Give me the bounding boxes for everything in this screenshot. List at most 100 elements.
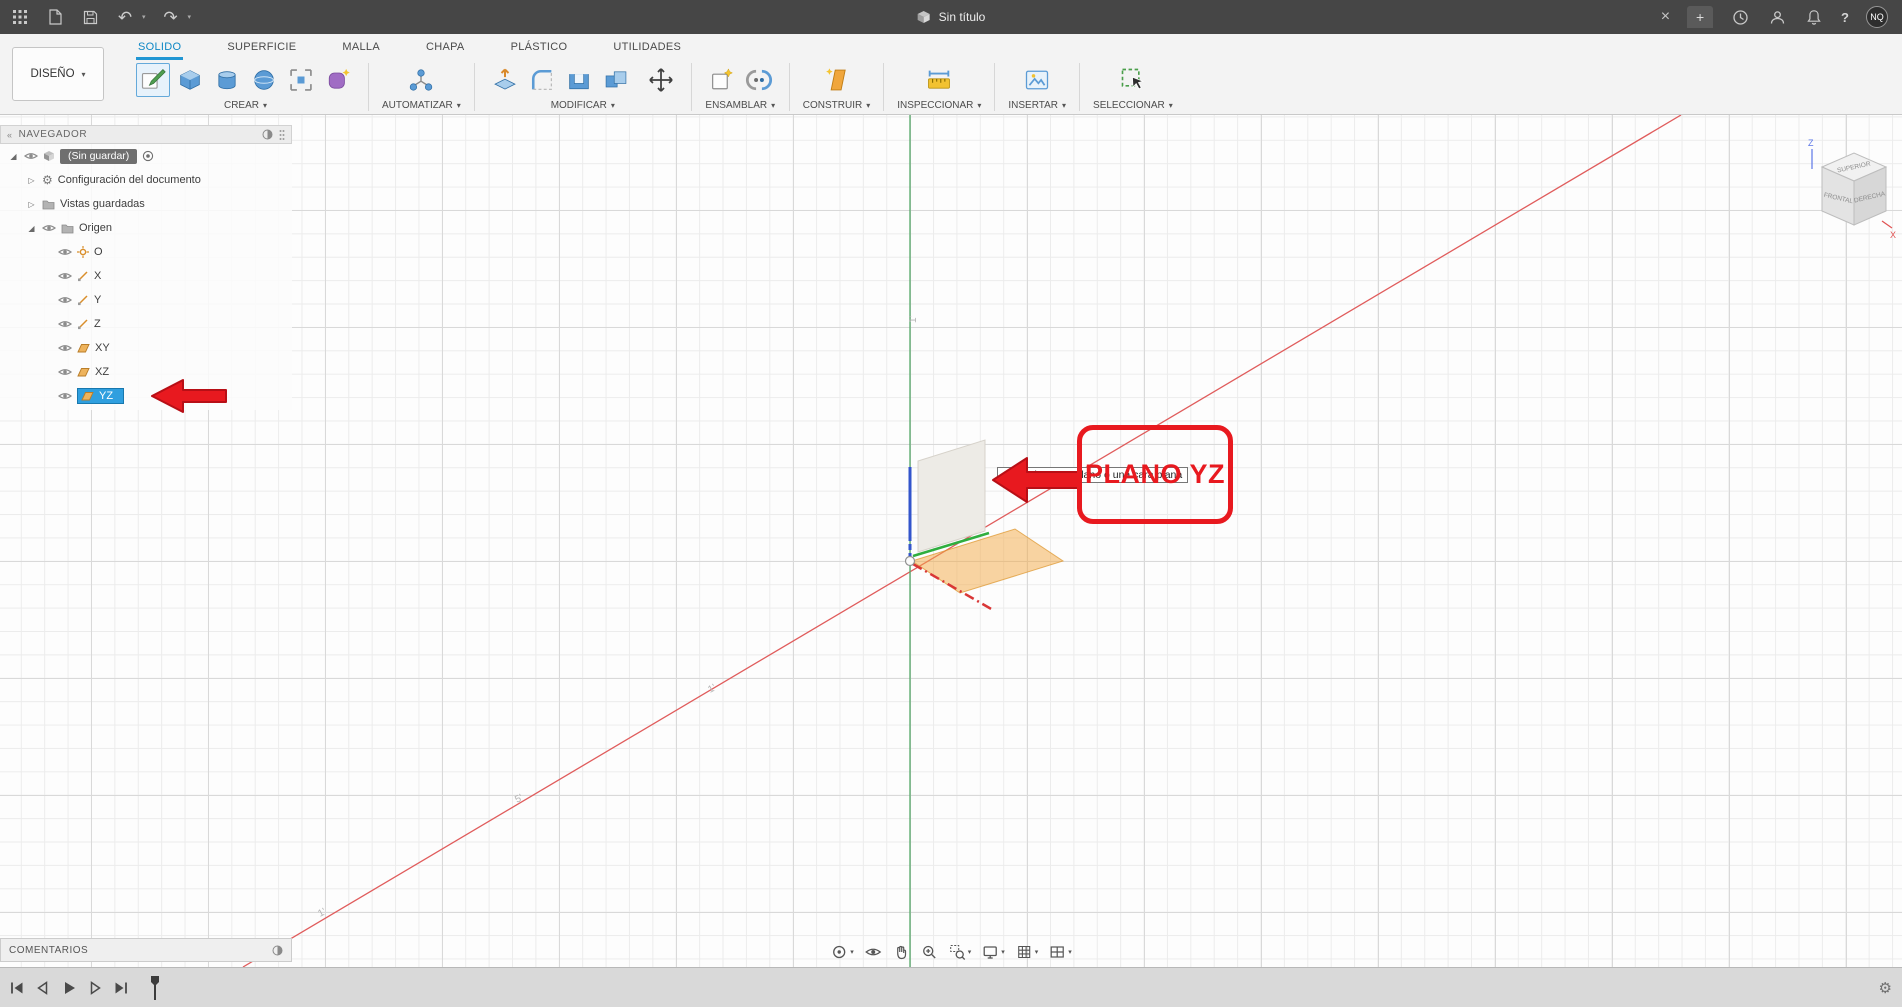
expander-icon[interactable]: ◢ — [8, 152, 19, 161]
panel-options-icon[interactable] — [262, 129, 273, 140]
orbit-button[interactable]: ▾ — [830, 943, 854, 961]
move-copy-button[interactable] — [644, 63, 678, 97]
modificar-menu[interactable]: MODIFICAR ▾ — [551, 100, 615, 111]
tree-row-document-settings[interactable]: ▷ ⚙ Configuración del documento — [0, 168, 292, 192]
pattern-button[interactable] — [284, 63, 318, 97]
notifications-icon[interactable] — [1804, 6, 1824, 28]
tree-row-origin-yz[interactable]: YZ — [0, 384, 292, 408]
tree-row-document[interactable]: ◢ (Sin guardar) — [0, 144, 292, 168]
comments-panel[interactable]: COMENTARIOS — [0, 938, 292, 962]
profile-icon[interactable] — [1767, 6, 1787, 28]
construir-menu[interactable]: CONSTRUIR ▾ — [803, 100, 870, 111]
app-grid-icon[interactable] — [10, 6, 30, 28]
workspace-selector[interactable]: DISEÑO ▾ — [12, 47, 104, 101]
undo-icon[interactable]: ↶ — [115, 6, 135, 28]
visibility-eye-icon[interactable] — [58, 295, 72, 305]
axis-icon — [78, 271, 88, 282]
pan-button[interactable] — [892, 943, 910, 961]
avatar[interactable]: NQ — [1866, 6, 1888, 28]
cylinder-primitive-button[interactable] — [210, 63, 244, 97]
active-component-radio-icon[interactable] — [142, 150, 154, 162]
insertar-menu[interactable]: INSERTAR ▾ — [1008, 100, 1066, 111]
tree-row-origin[interactable]: ◢ Origen — [0, 216, 292, 240]
shell-button[interactable] — [562, 63, 596, 97]
step-back-icon[interactable] — [34, 979, 52, 997]
tree-row-origin-xy[interactable]: XY — [0, 336, 292, 360]
timeline-settings-gear-icon[interactable]: ⚙ — [1879, 979, 1892, 997]
play-icon[interactable] — [60, 979, 78, 997]
visibility-eye-icon[interactable] — [58, 319, 72, 329]
visibility-eye-icon[interactable] — [58, 271, 72, 281]
joint-button[interactable] — [742, 63, 776, 97]
tab-plastico[interactable]: PLÁSTICO — [509, 41, 570, 60]
inspeccionar-menu[interactable]: INSPECCIONAR ▾ — [897, 100, 981, 111]
tree-row-origin-y[interactable]: Y — [0, 288, 292, 312]
crear-menu[interactable]: CREAR ▾ — [224, 100, 267, 111]
tree-row-origin-x[interactable]: X — [0, 264, 292, 288]
expander-icon[interactable]: ▷ — [26, 200, 37, 209]
grid-snaps-button[interactable]: ▾ — [1015, 943, 1038, 961]
box-primitive-button[interactable] — [173, 63, 207, 97]
display-settings-button[interactable]: ▾ — [981, 943, 1005, 961]
create-sketch-button[interactable] — [136, 63, 170, 97]
visibility-eye-icon[interactable] — [58, 247, 72, 257]
skip-to-end-icon[interactable] — [112, 979, 130, 997]
step-forward-icon[interactable] — [86, 979, 104, 997]
document-tab[interactable]: Sin título — [917, 10, 985, 24]
visibility-eye-icon[interactable] — [58, 367, 72, 377]
visibility-eye-icon[interactable] — [42, 223, 56, 233]
press-pull-button[interactable] — [488, 63, 522, 97]
new-component-button[interactable] — [705, 63, 739, 97]
browser-header[interactable]: « NAVEGADOR — [0, 125, 292, 144]
selected-row-highlight[interactable]: YZ — [77, 388, 125, 404]
close-tab-icon[interactable]: × — [1661, 8, 1670, 26]
select-button[interactable] — [1116, 63, 1150, 97]
skip-to-start-icon[interactable] — [8, 979, 26, 997]
expander-icon[interactable]: ◢ — [26, 224, 37, 233]
history-icon[interactable] — [1730, 6, 1750, 28]
timeline-position-marker[interactable] — [148, 974, 162, 1002]
automate-button[interactable] — [404, 63, 438, 97]
tab-malla[interactable]: MALLA — [340, 41, 382, 60]
tree-row-origin-xz[interactable]: XZ — [0, 360, 292, 384]
seleccionar-menu[interactable]: SELECCIONAR ▾ — [1093, 100, 1173, 111]
tab-utilidades[interactable]: UTILIDADES — [611, 41, 683, 60]
annotation-box: PLANO YZ — [1077, 425, 1233, 524]
ensamblar-menu[interactable]: ENSAMBLAR ▾ — [705, 100, 775, 111]
panel-grip-icon[interactable] — [279, 129, 285, 141]
tab-chapa[interactable]: CHAPA — [424, 41, 467, 60]
viewports-button[interactable]: ▾ — [1048, 943, 1072, 961]
file-icon[interactable] — [45, 6, 65, 28]
redo-icon[interactable]: ↷ — [161, 6, 181, 28]
save-icon[interactable] — [80, 6, 100, 28]
visibility-eye-icon[interactable] — [58, 391, 72, 401]
zoom-window-button[interactable]: ▾ — [948, 943, 971, 961]
tree-row-saved-views[interactable]: ▷ Vistas guardadas — [0, 192, 292, 216]
viewport-canvas[interactable]: 1' 1' 5' 1' « NAVEGADOR ◢ (Sin guardar) … — [0, 115, 1902, 967]
redo-dropdown-caret[interactable]: ▾ — [188, 13, 192, 21]
expander-icon[interactable]: ▷ — [26, 176, 37, 185]
add-tab-button[interactable]: + — [1687, 6, 1714, 28]
yz-plane[interactable] — [917, 439, 986, 553]
tab-solido[interactable]: SOLIDO — [136, 41, 184, 60]
tree-row-origin-z[interactable]: Z — [0, 312, 292, 336]
construct-plane-button[interactable] — [820, 63, 854, 97]
comments-options-icon[interactable] — [272, 945, 283, 956]
visibility-eye-icon[interactable] — [24, 151, 38, 161]
combine-button[interactable] — [599, 63, 633, 97]
origin-point[interactable] — [904, 555, 916, 567]
create-form-button[interactable] — [321, 63, 355, 97]
sphere-primitive-button[interactable] — [247, 63, 281, 97]
tree-row-origin-o[interactable]: O — [0, 240, 292, 264]
automatizar-menu[interactable]: AUTOMATIZAR ▾ — [382, 100, 461, 111]
help-icon[interactable]: ? — [1841, 10, 1849, 25]
fillet-button[interactable] — [525, 63, 559, 97]
viewcube[interactable]: Z SUPERIOR FRONTAL DERECHA X — [1798, 135, 1898, 241]
tab-superficie[interactable]: SUPERFICIE — [225, 41, 298, 60]
measure-button[interactable] — [922, 63, 956, 97]
look-at-button[interactable] — [864, 943, 882, 961]
undo-dropdown-caret[interactable]: ▾ — [142, 13, 146, 21]
visibility-eye-icon[interactable] — [58, 343, 72, 353]
insert-button[interactable] — [1020, 63, 1054, 97]
zoom-button[interactable] — [920, 943, 938, 961]
